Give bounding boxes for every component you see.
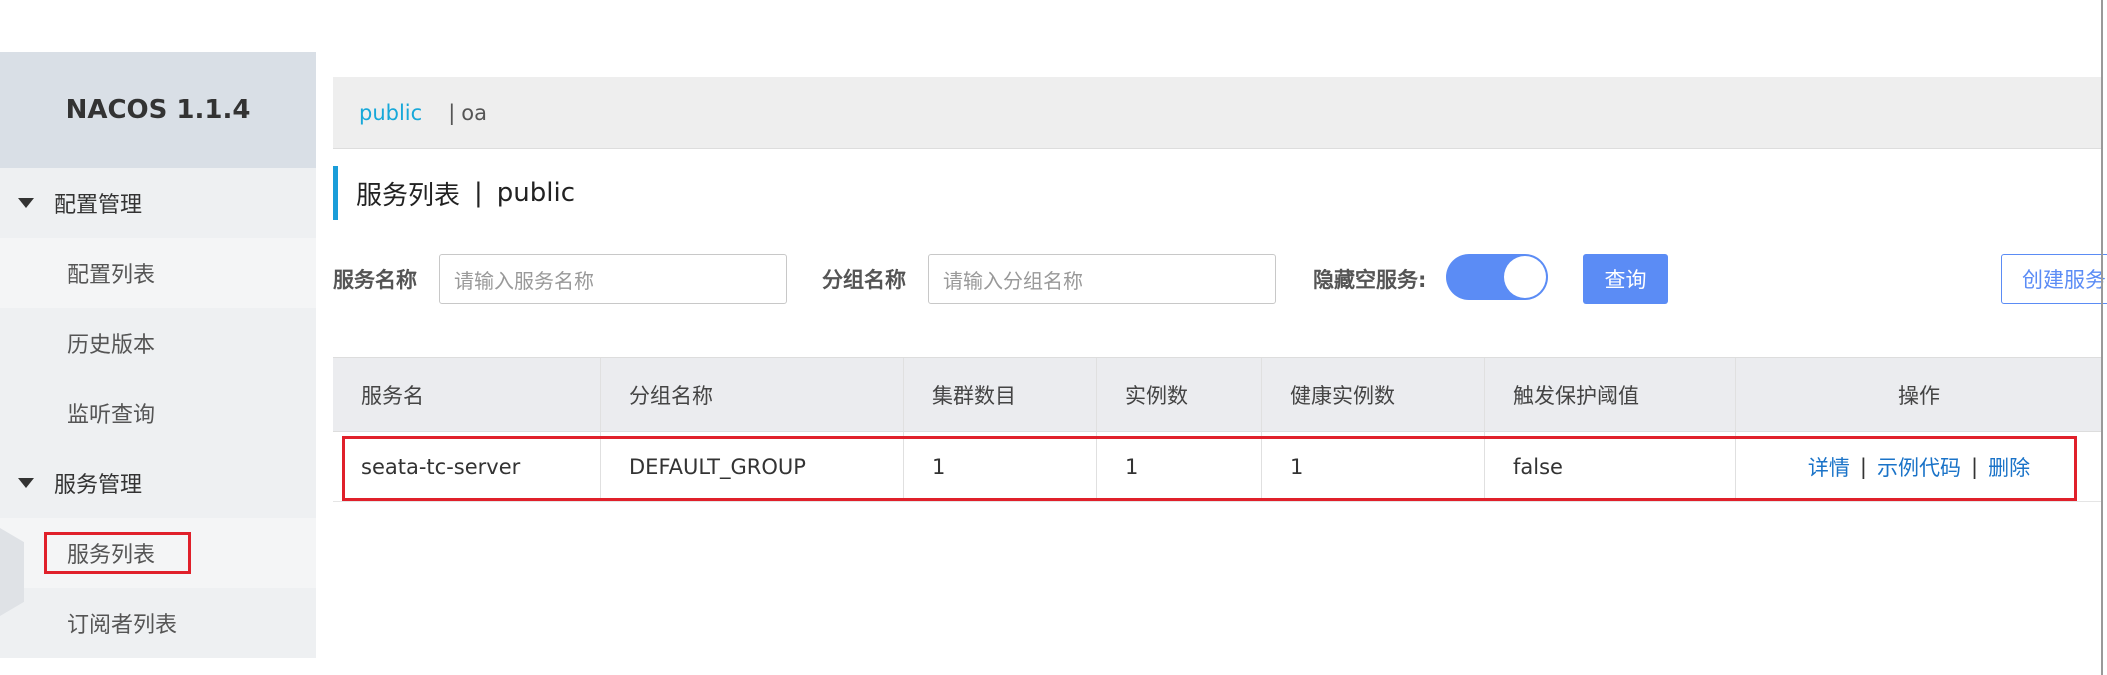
group-name-filter: 分组名称 请输入分组名称 <box>822 254 1276 304</box>
table-header: 服务名 分组名称 集群数目 实例数 健康实例数 触发保护阈值 操作 <box>333 357 2102 432</box>
action-separator: | <box>1971 454 1979 479</box>
service-table: 服务名 分组名称 集群数目 实例数 健康实例数 触发保护阈值 操作 seata-… <box>333 357 2102 502</box>
sidebar-collapse-handle[interactable] <box>0 528 24 616</box>
page-title: 服务列表 | public <box>333 166 575 220</box>
delete-link[interactable]: 删除 <box>1988 452 2030 482</box>
sidebar: NACOS 1.1.4 配置管理 配置列表 历史版本 监听查询 服务管理 服务列… <box>0 52 316 658</box>
nav-group-service[interactable]: 服务管理 <box>0 448 316 518</box>
window-edge-divider <box>2101 0 2103 675</box>
col-healthy-count: 健康实例数 <box>1262 358 1485 431</box>
caret-down-icon <box>18 198 34 208</box>
sidebar-item-subscribers[interactable]: 订阅者列表 <box>0 588 316 658</box>
col-threshold: 触发保护阈值 <box>1485 358 1736 431</box>
highlight-box <box>44 532 191 574</box>
sidebar-item-label: 配置列表 <box>67 263 156 288</box>
col-cluster-count: 集群数目 <box>904 358 1097 431</box>
sidebar-item-label: 监听查询 <box>67 403 156 428</box>
service-name-filter: 服务名称 请输入服务名称 <box>333 254 787 304</box>
hide-empty-label: 隐藏空服务: <box>1313 268 1427 292</box>
hide-empty-filter: 隐藏空服务: <box>1313 254 1426 304</box>
group-name-label: 分组名称 <box>822 268 906 292</box>
service-name-label: 服务名称 <box>333 268 417 292</box>
service-name-placeholder: 请输入服务名称 <box>454 268 594 293</box>
page-title-namespace: public <box>496 178 576 208</box>
toggle-knob <box>1504 256 1546 298</box>
nav-group-service-label: 服务管理 <box>54 473 143 498</box>
sidebar-item-label: 历史版本 <box>67 333 156 358</box>
col-group-name: 分组名称 <box>601 358 904 431</box>
group-name-placeholder: 请输入分组名称 <box>943 268 1083 293</box>
create-service-button[interactable]: 创建服务 <box>2001 254 2107 304</box>
brand-title: NACOS 1.1.4 <box>0 52 316 168</box>
hide-empty-toggle[interactable] <box>1446 254 1548 300</box>
cell-actions: 详情 | 示例代码 | 删除 <box>1736 432 2102 501</box>
cell-healthy-count: 1 <box>1262 432 1485 501</box>
page-title-text: 服务列表 <box>356 180 461 211</box>
detail-link[interactable]: 详情 <box>1808 452 1850 482</box>
sidebar-item-service-list[interactable]: 服务列表 <box>0 518 316 588</box>
query-button[interactable]: 查询 <box>1583 254 1668 304</box>
namespace-bar: public | oa <box>333 77 2102 149</box>
namespace-oa[interactable]: oa <box>461 101 487 125</box>
sidebar-item-config-list[interactable]: 配置列表 <box>0 238 316 308</box>
cell-threshold: false <box>1485 432 1736 501</box>
cell-group-name: DEFAULT_GROUP <box>601 432 904 501</box>
cell-instance-count: 1 <box>1097 432 1262 501</box>
service-name-input[interactable]: 请输入服务名称 <box>439 254 787 304</box>
cell-cluster-count: 1 <box>904 432 1097 501</box>
nav-group-config-label: 配置管理 <box>54 193 143 218</box>
namespace-separator: | <box>448 100 456 125</box>
action-separator: | <box>1859 454 1867 479</box>
col-instance-count: 实例数 <box>1097 358 1262 431</box>
sample-code-link[interactable]: 示例代码 <box>1877 452 1961 482</box>
group-name-input[interactable]: 请输入分组名称 <box>928 254 1276 304</box>
sidebar-item-label: 订阅者列表 <box>67 613 178 638</box>
cell-service-name: seata-tc-server <box>333 432 601 501</box>
page-title-separator: | <box>474 178 483 208</box>
col-service-name: 服务名 <box>333 358 601 431</box>
col-actions: 操作 <box>1898 383 1940 408</box>
caret-down-icon <box>18 478 34 488</box>
sidebar-item-history[interactable]: 历史版本 <box>0 308 316 378</box>
table-row: seata-tc-server DEFAULT_GROUP 1 1 1 fals… <box>333 432 2102 502</box>
nav-group-config[interactable]: 配置管理 <box>0 168 316 238</box>
namespace-public[interactable]: public <box>359 101 422 125</box>
sidebar-item-listener[interactable]: 监听查询 <box>0 378 316 448</box>
